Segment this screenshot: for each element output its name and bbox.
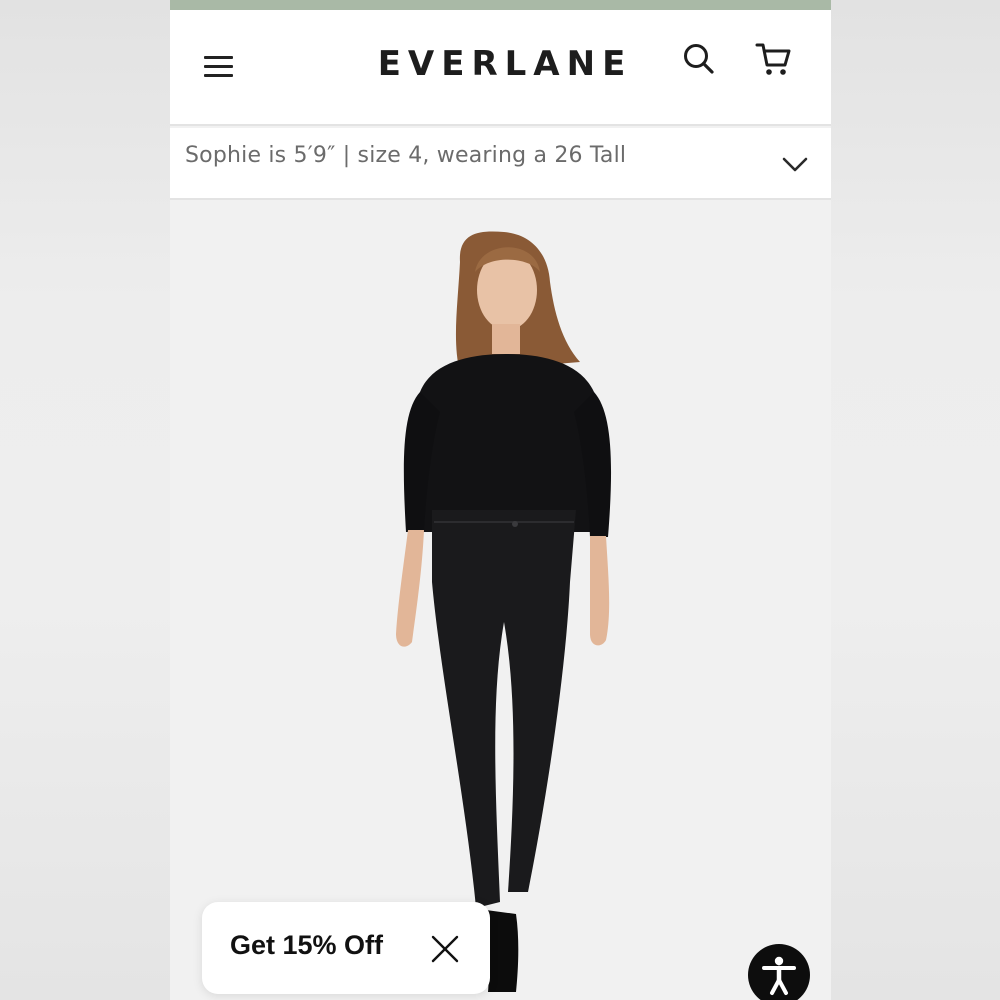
promo-banner[interactable]: Get 15% Off	[202, 902, 490, 994]
accent-strip	[170, 0, 831, 10]
accessibility-icon[interactable]	[748, 944, 810, 1000]
mobile-page: EVERLANE Sophie is 5′9″ | size 4, wearin…	[170, 0, 831, 1000]
search-icon[interactable]	[682, 42, 716, 76]
site-header: EVERLANE	[170, 10, 831, 126]
chevron-down-icon[interactable]	[778, 148, 812, 182]
background-blur-right	[830, 0, 1000, 1000]
promo-label[interactable]: Get 15% Off	[230, 930, 383, 961]
hamburger-menu-icon[interactable]	[204, 56, 234, 80]
brand-logo[interactable]: EVERLANE	[370, 44, 640, 84]
shopping-cart-icon[interactable]	[754, 40, 794, 78]
close-icon[interactable]	[430, 934, 460, 964]
product-image[interactable]	[170, 202, 831, 1000]
background-blur-left	[0, 0, 170, 1000]
fit-info-text: Sophie is 5′9″ | size 4, wearing a 26 Ta…	[185, 143, 627, 168]
fit-info-bar[interactable]: Sophie is 5′9″ | size 4, wearing a 26 Ta…	[170, 128, 831, 200]
